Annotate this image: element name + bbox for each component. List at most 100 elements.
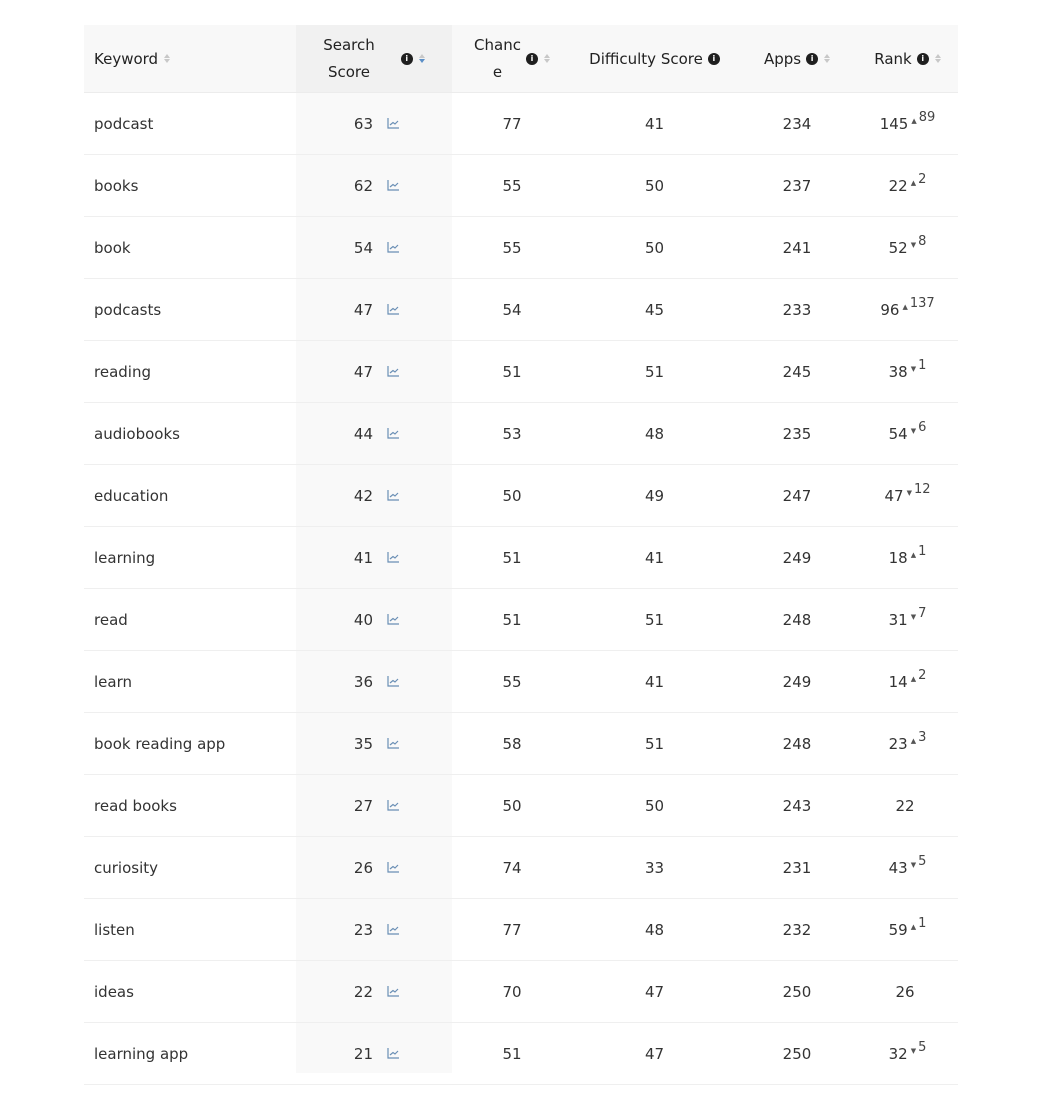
arrow-down-icon: ▼ [906,488,912,497]
trend-chart-icon[interactable] [387,986,399,997]
header-search-score[interactable]: Search Score i [296,25,452,92]
header-chance[interactable]: Chanc e i [452,25,572,92]
table-row[interactable]: podcast 63 77 41 234 145 ▲ 89 [84,93,958,155]
keyword-cell: read [94,610,128,629]
rank-cell: 23 ▲ 3 [857,713,958,774]
table-row[interactable]: learn 36 55 41 249 14 ▲ 2 [84,651,958,713]
difficulty-cell: 47 [644,982,665,1001]
keyword-cell: listen [94,920,135,939]
trend-chart-icon[interactable] [387,862,399,873]
trend-chart-icon[interactable] [387,118,399,129]
table-row[interactable]: reading 47 51 51 245 38 ▼ 1 [84,341,958,403]
header-apps-label: Apps [763,49,802,68]
difficulty-cell: 41 [644,114,665,133]
search-score-cell: 63 [296,93,452,154]
search-score-value: 42 [353,486,373,505]
trend-chart-icon[interactable] [387,614,399,625]
sort-icon[interactable] [543,54,550,63]
table-row[interactable]: learning 41 51 41 249 18 ▲ 1 [84,527,958,589]
arrow-down-icon: ▼ [910,612,917,621]
table-row[interactable]: listen 23 77 48 232 59 ▲ 1 [84,899,958,961]
arrow-up-icon: ▲ [910,674,917,683]
table-row[interactable]: book 54 55 50 241 52 ▼ 8 [84,217,958,279]
difficulty-cell: 48 [644,920,665,939]
trend-chart-icon[interactable] [387,738,399,749]
sort-icon[interactable] [418,54,425,63]
info-icon[interactable]: i [806,52,819,65]
table-row[interactable]: curiosity 26 74 33 231 43 ▼ 5 [84,837,958,899]
search-score-value: 47 [353,300,373,319]
apps-cell: 248 [782,734,812,753]
trend-chart-icon[interactable] [387,304,399,315]
table-row[interactable]: read books 27 50 50 243 22 [84,775,958,837]
header-difficulty-score[interactable]: Difficulty Score i [572,25,737,92]
rank-change-value: 2 [918,172,927,187]
chance-cell: 50 [502,486,522,505]
search-score-value: 41 [353,548,373,567]
table-row[interactable]: read 40 51 51 248 31 ▼ 7 [84,589,958,651]
table-row[interactable]: ideas 22 70 47 250 26 [84,961,958,1023]
apps-cell: 237 [782,176,812,195]
trend-chart-icon[interactable] [387,1048,399,1059]
rank-change-value: 1 [918,358,927,373]
chance-cell: 51 [502,548,522,567]
rank-cell: 145 ▲ 89 [857,93,958,154]
rank-change-value: 8 [918,234,927,249]
search-score-cell: 21 [296,1023,452,1084]
keyword-cell: book reading app [94,734,226,753]
arrow-down-icon: ▼ [910,240,917,249]
rank-value: 26 [895,982,915,1001]
trend-chart-icon[interactable] [387,180,399,191]
rank-change-value: 2 [918,668,927,683]
search-score-value: 47 [353,362,373,381]
rank-change-value: 89 [918,110,936,125]
trend-chart-icon[interactable] [387,428,399,439]
table-row[interactable]: books 62 55 50 237 22 ▲ 2 [84,155,958,217]
chance-cell: 58 [502,734,522,753]
search-score-cell: 42 [296,465,452,526]
trend-chart-icon[interactable] [387,800,399,811]
search-score-value: 54 [353,238,373,257]
chance-cell: 77 [502,114,522,133]
trend-chart-icon[interactable] [387,552,399,563]
trend-chart-icon[interactable] [387,490,399,501]
table-row[interactable]: education 42 50 49 247 47 ▼ 12 [84,465,958,527]
rank-value: 52 [888,238,908,257]
header-rank[interactable]: Rank i [857,25,958,92]
arrow-up-icon: ▲ [902,302,908,311]
sort-icon[interactable] [824,54,831,63]
rank-cell: 18 ▲ 1 [857,527,958,588]
table-row[interactable]: podcasts 47 54 45 233 96 ▲ 137 [84,279,958,341]
info-icon[interactable]: i [916,52,929,65]
rank-cell: 54 ▼ 6 [857,403,958,464]
rank-value: 145 [879,114,909,133]
trend-chart-icon[interactable] [387,242,399,253]
trend-chart-icon[interactable] [387,366,399,377]
rank-value: 38 [888,362,908,381]
header-rank-label: Rank [874,49,912,68]
table-row[interactable]: book reading app 35 58 51 248 23 ▲ 3 [84,713,958,775]
keywords-table: Keyword Search Score i Chanc e i Difficu… [84,25,958,1085]
search-score-value: 36 [353,672,373,691]
table-row[interactable]: audiobooks 44 53 48 235 54 ▼ 6 [84,403,958,465]
trend-chart-icon[interactable] [387,924,399,935]
chance-cell: 51 [502,610,522,629]
apps-cell: 231 [782,858,812,877]
apps-cell: 250 [782,982,812,1001]
info-icon[interactable]: i [707,52,720,65]
rank-value: 47 [884,486,904,505]
apps-cell: 235 [782,424,812,443]
info-icon[interactable]: i [400,52,413,65]
header-keyword[interactable]: Keyword [84,25,296,92]
sort-icon[interactable] [934,54,941,63]
search-score-cell: 26 [296,837,452,898]
header-apps[interactable]: Apps i [737,25,857,92]
apps-cell: 234 [782,114,812,133]
sort-icon[interactable] [164,54,171,63]
arrow-down-icon: ▼ [910,426,917,435]
table-row[interactable]: learning app 21 51 47 250 32 ▼ 5 [84,1023,958,1085]
rank-cell: 31 ▼ 7 [857,589,958,650]
info-icon[interactable]: i [525,52,538,65]
keyword-cell: podcasts [94,300,162,319]
trend-chart-icon[interactable] [387,676,399,687]
